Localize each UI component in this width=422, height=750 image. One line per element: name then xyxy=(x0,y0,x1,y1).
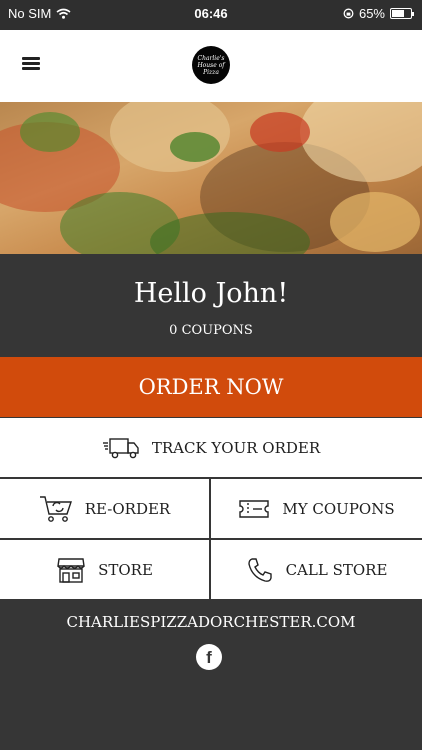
store-label: STORE xyxy=(98,560,153,579)
order-now-button[interactable]: ORDER NOW xyxy=(0,357,422,417)
my-coupons-button[interactable]: MY COUPONS xyxy=(211,479,422,538)
status-bar: No SIM 06:46 65% xyxy=(0,0,422,30)
coupon-icon xyxy=(239,499,270,518)
menu-icon[interactable] xyxy=(22,57,40,71)
brand-logo: Charlie's House of Pizza xyxy=(192,46,230,84)
phone-icon xyxy=(247,557,272,582)
coupons-count[interactable]: 0 COUPONS xyxy=(0,323,422,338)
status-right: 65% xyxy=(343,6,414,21)
footer: CHARLIESPIZZADORCHESTER.COM f xyxy=(0,601,422,750)
call-store-button[interactable]: CALL STORE xyxy=(211,540,422,599)
greeting-title: Hello John! xyxy=(133,278,289,309)
track-order-button[interactable]: TRACK YOUR ORDER xyxy=(0,418,422,477)
cart-reorder-icon xyxy=(39,495,72,522)
call-store-label: CALL STORE xyxy=(285,560,388,579)
track-order-label: TRACK YOUR ORDER xyxy=(151,438,321,457)
reorder-button[interactable]: RE-ORDER xyxy=(0,479,209,538)
my-coupons-label: MY COUPONS xyxy=(282,499,395,518)
orientation-lock-icon xyxy=(343,8,354,19)
top-nav: Charlie's House of Pizza xyxy=(0,30,422,102)
battery-icon xyxy=(390,8,414,19)
hero-pizza-image xyxy=(0,102,422,254)
delivery-truck-icon xyxy=(102,437,139,458)
battery-percent: 65% xyxy=(358,6,385,21)
reorder-label: RE-ORDER xyxy=(84,499,171,518)
store-icon xyxy=(57,557,85,583)
store-button[interactable]: STORE xyxy=(0,540,209,599)
facebook-icon[interactable]: f xyxy=(196,644,222,670)
website-link[interactable]: CHARLIESPIZZADORCHESTER.COM xyxy=(0,613,422,631)
greeting-panel: Hello John! 0 COUPONS xyxy=(0,254,422,357)
